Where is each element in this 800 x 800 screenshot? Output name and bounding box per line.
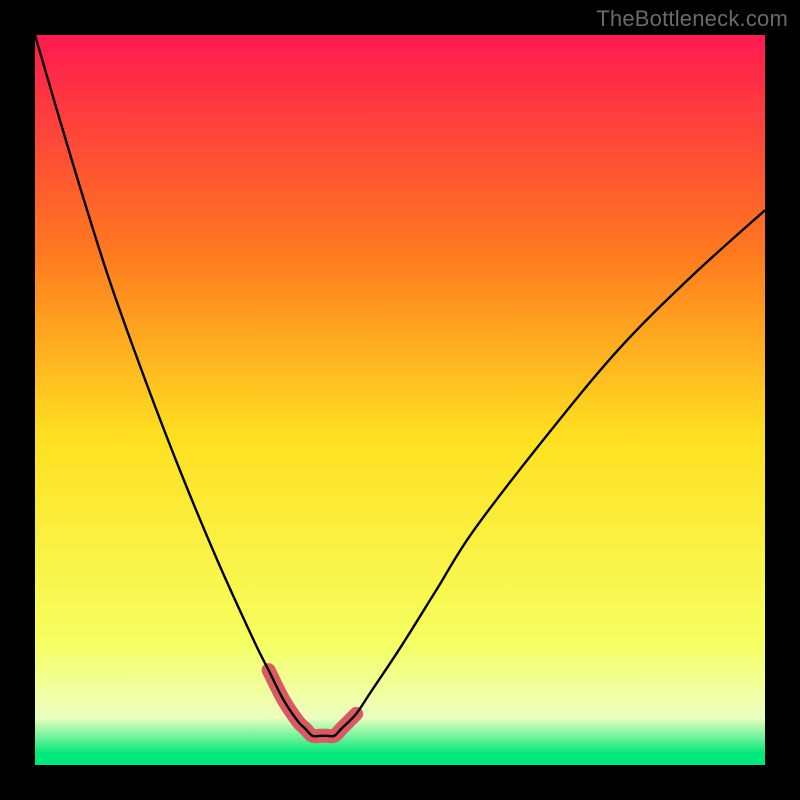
watermark-label: TheBottleneck.com: [596, 6, 788, 32]
bottleneck-curve: [35, 35, 765, 765]
curve-path: [35, 35, 765, 736]
chart-frame: TheBottleneck.com: [0, 0, 800, 800]
plot-area: [35, 35, 765, 765]
